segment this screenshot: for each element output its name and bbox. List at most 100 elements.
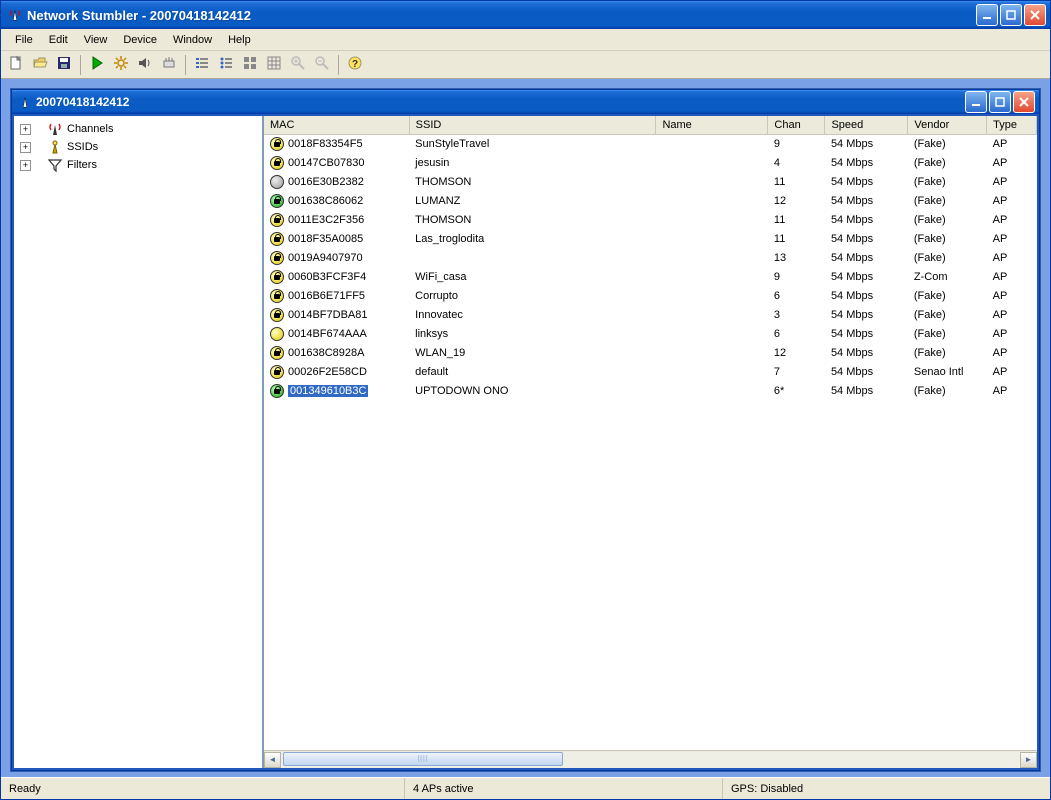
table-row[interactable]: 001638C8928AWLAN_191254 Mbps(Fake)AP [264, 344, 1037, 363]
open-button[interactable] [29, 54, 51, 76]
speed-value: 54 Mbps [825, 173, 908, 192]
signal-yellow-icon [270, 308, 284, 322]
chan-value: 6 [768, 325, 825, 344]
expand-icon[interactable]: + [20, 124, 31, 135]
expand-icon[interactable]: + [20, 142, 31, 153]
tree-item-filters[interactable]: + Filters [16, 156, 260, 174]
table-row[interactable]: 0018F83354F5SunStyleTravel954 Mbps(Fake)… [264, 135, 1037, 154]
new-button[interactable] [5, 54, 27, 76]
child-maximize-button[interactable] [989, 91, 1011, 113]
table-row[interactable]: 00147CB07830jesusin454 Mbps(Fake)AP [264, 154, 1037, 173]
tree-label: Filters [67, 159, 97, 171]
scroll-left-button[interactable]: ◄ [264, 752, 281, 768]
tree-item-ssids[interactable]: +SSIDs [16, 138, 260, 156]
ssid-value: LUMANZ [409, 192, 656, 211]
zoom-out-button[interactable] [311, 54, 333, 76]
tree-panel[interactable]: +Channels+SSIDs+Filters [14, 116, 264, 768]
table-row[interactable]: 0014BF7DBA81Innovatec354 Mbps(Fake)AP [264, 306, 1037, 325]
view4-button[interactable] [263, 54, 285, 76]
child-icon [18, 95, 32, 109]
save-icon [56, 55, 72, 74]
menu-help[interactable]: Help [220, 31, 259, 49]
ssid-value: Innovatec [409, 306, 656, 325]
view2-button[interactable] [215, 54, 237, 76]
child-body: +Channels+SSIDs+Filters MACSSIDNameChanS… [12, 114, 1039, 770]
menu-edit[interactable]: Edit [41, 31, 76, 49]
scroll-thumb[interactable] [283, 752, 563, 766]
menu-file[interactable]: File [7, 31, 41, 49]
table-row[interactable]: 001349610B3CUPTODOWN ONO6*54 Mbps(Fake)A… [264, 382, 1037, 401]
chan-value: 11 [768, 173, 825, 192]
gps-button[interactable] [158, 54, 180, 76]
lock-icon [274, 199, 280, 204]
horizontal-scrollbar[interactable]: ◄ ► [264, 750, 1037, 768]
table-row[interactable]: 001638C86062LUMANZ1254 Mbps(Fake)AP [264, 192, 1037, 211]
lock-icon [274, 294, 280, 299]
workspace: 20070418142412 +Channels+SSIDs+Filters M… [1, 79, 1050, 777]
main-window: Network Stumbler - 20070418142412 FileEd… [0, 0, 1051, 800]
vendor-value: (Fake) [908, 154, 987, 173]
lock-icon [274, 313, 280, 318]
save-button[interactable] [53, 54, 75, 76]
mac-value: 001638C86062 [288, 195, 363, 207]
signal-gray-icon [270, 175, 284, 189]
lock-icon [274, 142, 280, 147]
view3-icon [242, 55, 258, 74]
table-row[interactable]: 0011E3C2F356THOMSON1154 Mbps(Fake)AP [264, 211, 1037, 230]
signal-yellow-icon [270, 213, 284, 227]
window-controls [976, 4, 1046, 26]
help-button[interactable]: ? [344, 54, 366, 76]
view3-button[interactable] [239, 54, 261, 76]
view2-icon [218, 55, 234, 74]
col-ssid[interactable]: SSID [409, 116, 656, 135]
col-vendor[interactable]: Vendor [908, 116, 987, 135]
vendor-value: (Fake) [908, 344, 987, 363]
signal-yellow-icon [270, 289, 284, 303]
table-scroll[interactable]: MACSSIDNameChanSpeedVendorType 0018F8335… [264, 116, 1037, 750]
chan-value: 3 [768, 306, 825, 325]
mac-value: 00147CB07830 [288, 157, 364, 169]
name-value [656, 268, 768, 287]
maximize-button[interactable] [1000, 4, 1022, 26]
table-row[interactable]: 0019A94079701354 Mbps(Fake)AP [264, 249, 1037, 268]
table-row[interactable]: 0014BF674AAAlinksys654 Mbps(Fake)AP [264, 325, 1037, 344]
child-minimize-button[interactable] [965, 91, 987, 113]
menu-device[interactable]: Device [115, 31, 165, 49]
menu-window[interactable]: Window [165, 31, 220, 49]
table-row[interactable]: 00026F2E58CDdefault754 MbpsSenao IntlAP [264, 363, 1037, 382]
menu-view[interactable]: View [76, 31, 116, 49]
child-close-button[interactable] [1013, 91, 1035, 113]
col-mac[interactable]: MAC [264, 116, 409, 135]
chan-value: 6* [768, 382, 825, 401]
lock-icon [274, 370, 280, 375]
col-type[interactable]: Type [987, 116, 1037, 135]
col-chan[interactable]: Chan [768, 116, 825, 135]
sound-button[interactable] [134, 54, 156, 76]
type-value: AP [987, 268, 1037, 287]
titlebar[interactable]: Network Stumbler - 20070418142412 [1, 1, 1050, 29]
close-button[interactable] [1024, 4, 1046, 26]
play-button[interactable] [86, 54, 108, 76]
ssid-value: jesusin [409, 154, 656, 173]
name-value [656, 135, 768, 154]
speed-value: 54 Mbps [825, 382, 908, 401]
minimize-button[interactable] [976, 4, 998, 26]
tree-item-channels[interactable]: +Channels [16, 120, 260, 138]
table-row[interactable]: 0018F35A0085Las_troglodita1154 Mbps(Fake… [264, 230, 1037, 249]
speed-value: 54 Mbps [825, 211, 908, 230]
zoom-in-button[interactable] [287, 54, 309, 76]
view1-button[interactable] [191, 54, 213, 76]
settings-button[interactable] [110, 54, 132, 76]
table-row[interactable]: 0060B3FCF3F4WiFi_casa954 MbpsZ-ComAP [264, 268, 1037, 287]
col-speed[interactable]: Speed [825, 116, 908, 135]
scroll-track[interactable] [281, 752, 1020, 768]
scroll-right-button[interactable]: ► [1020, 752, 1037, 768]
table-row[interactable]: 0016E30B2382THOMSON1154 Mbps(Fake)AP [264, 173, 1037, 192]
col-name[interactable]: Name [656, 116, 768, 135]
child-titlebar[interactable]: 20070418142412 [12, 90, 1039, 114]
table-row[interactable]: 0016B6E71FF5Corrupto654 Mbps(Fake)AP [264, 287, 1037, 306]
vendor-value: (Fake) [908, 287, 987, 306]
vendor-value: Z-Com [908, 268, 987, 287]
signal-yellow-icon [270, 156, 284, 170]
expand-icon[interactable]: + [20, 160, 31, 171]
